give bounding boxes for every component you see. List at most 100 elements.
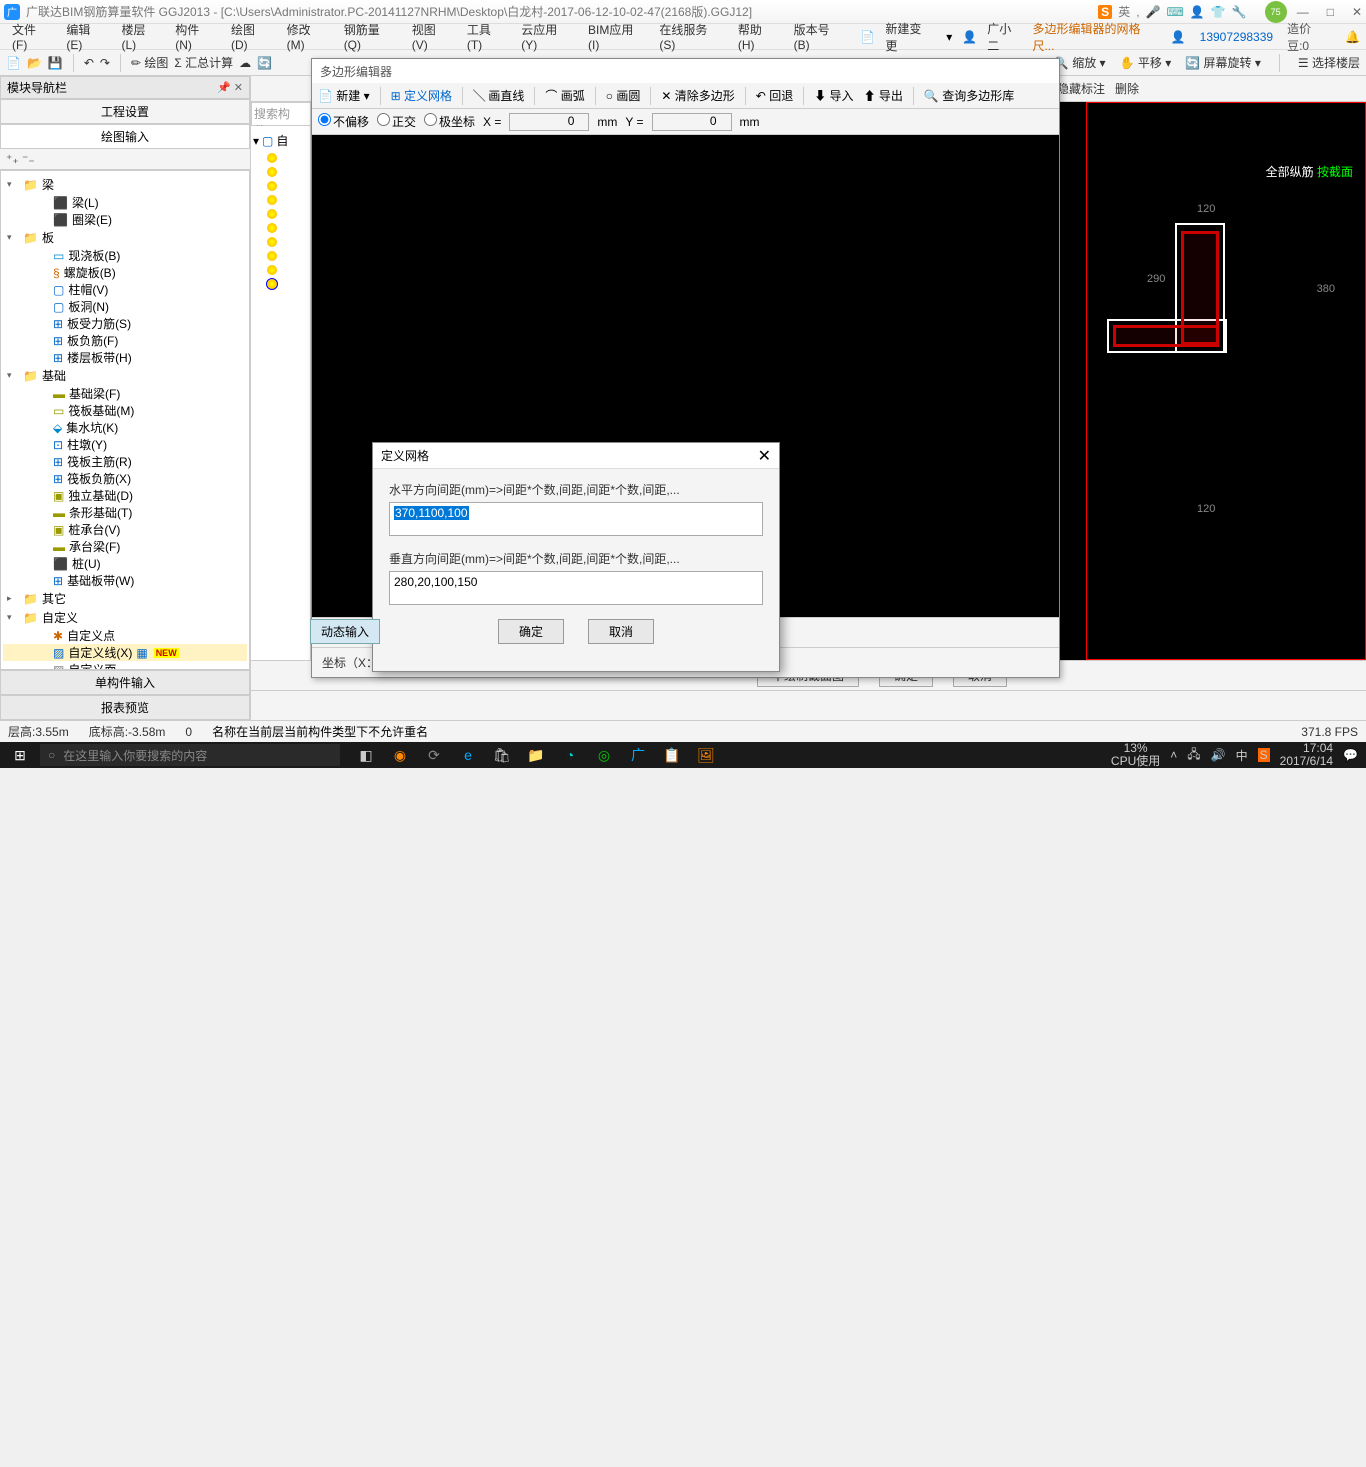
tab-draw-input[interactable]: 绘图输入 — [0, 124, 250, 148]
tray-s-icon[interactable]: S — [1258, 748, 1270, 762]
leaf-slab-2[interactable]: ▢柱帽(V) — [3, 281, 247, 298]
tray-up-icon[interactable]: ˄ — [1170, 748, 1177, 762]
user-label[interactable]: 广小二 — [981, 18, 1028, 56]
app-edge[interactable]: e — [454, 744, 482, 766]
account-number[interactable]: 13907298339 — [1200, 30, 1273, 44]
app-10[interactable]: 🖼 — [692, 744, 720, 766]
group-beam[interactable]: 梁 — [42, 176, 54, 193]
menu-view[interactable]: 视图(V) — [406, 19, 457, 54]
app-6[interactable]: ◔ — [556, 744, 584, 766]
select-floor-tool[interactable]: ☰ 选择楼层 — [1298, 54, 1360, 71]
opt-no-offset[interactable]: 不偏移 — [318, 113, 369, 130]
open-icon[interactable]: 📂 — [27, 56, 42, 70]
leaf-f-2[interactable]: ⬙集水坑(K) — [3, 419, 247, 436]
leaf-f-1[interactable]: ▭筏板基础(M) — [3, 402, 247, 419]
sum-tool[interactable]: Σ 汇总计算 — [174, 54, 233, 71]
menu-component[interactable]: 构件(N) — [169, 19, 221, 54]
start-button[interactable]: ⊞ — [0, 747, 40, 764]
leaf-f-10[interactable]: ⬛桩(U) — [3, 555, 247, 572]
leaf-f-5[interactable]: ⊞筏板负筋(X) — [3, 470, 247, 487]
poly-undo[interactable]: ↶ 回退 — [756, 87, 793, 104]
component-search[interactable]: 搜索构件... — [251, 102, 311, 126]
leaf-custom-area[interactable]: ▨自定义面 — [3, 661, 247, 670]
bell-icon[interactable]: 🔔 — [1345, 30, 1360, 44]
refresh-icon[interactable]: 🔄 — [257, 56, 272, 70]
menu-file[interactable]: 文件(F) — [6, 19, 56, 54]
app-explorer[interactable]: 📁 — [522, 744, 550, 766]
taskbar-search[interactable]: ○ 在这里输入你要搜索的内容 — [40, 744, 340, 766]
leaf-f-0[interactable]: ▬基础梁(F) — [3, 385, 247, 402]
poly-arc[interactable]: ⌒ 画弧 — [545, 87, 584, 104]
v-input[interactable]: 280,20,100,150 — [389, 571, 763, 605]
close-button[interactable]: ✕ — [1352, 5, 1362, 19]
zoom-tool[interactable]: 🔍 缩放 ▾ — [1054, 54, 1106, 71]
group-slab[interactable]: 板 — [42, 229, 54, 246]
menu-rebar[interactable]: 钢筋量(Q) — [338, 19, 402, 54]
menu-bim[interactable]: BIM应用(I) — [582, 19, 649, 54]
tab-single-component[interactable]: 单构件输入 — [0, 670, 250, 695]
dialog-cancel-button[interactable]: 取消 — [588, 619, 654, 644]
menu-edit[interactable]: 编辑(E) — [60, 19, 111, 54]
poly-line[interactable]: ╲ 画直线 — [473, 87, 524, 104]
ime-area[interactable]: S 英 ,🎤⌨👤👕🔧 — [1098, 3, 1247, 20]
app-9[interactable]: 📋 — [658, 744, 686, 766]
hide-annotation[interactable]: 隐藏标注 — [1057, 80, 1105, 97]
leaf-ring-beam[interactable]: ⬛圈梁(E) — [3, 211, 247, 228]
app-7[interactable]: ◎ — [590, 744, 618, 766]
poly-new[interactable]: 📄 新建 ▾ — [318, 87, 370, 104]
menu-version[interactable]: 版本号(B) — [788, 19, 851, 54]
opt-ortho[interactable]: 正交 — [377, 113, 416, 130]
leaf-slab-6[interactable]: ⊞楼层板带(H) — [3, 349, 247, 366]
minimize-button[interactable]: — — [1297, 5, 1309, 19]
leaf-slab-3[interactable]: ▢板洞(N) — [3, 298, 247, 315]
opt-polar[interactable]: 极坐标 — [424, 113, 475, 130]
leaf-f-7[interactable]: ▬条形基础(T) — [3, 504, 247, 521]
group-custom[interactable]: 自定义 — [42, 609, 78, 626]
poly-import[interactable]: ⬇ 导入 — [814, 87, 853, 104]
app-1[interactable]: ◧ — [352, 744, 380, 766]
dialog-ok-button[interactable]: 确定 — [498, 619, 564, 644]
tray-notif-icon[interactable]: 💬 — [1343, 748, 1358, 762]
y-input[interactable]: 0 — [652, 113, 732, 131]
tab-project-settings[interactable]: 工程设置 — [0, 99, 250, 123]
leaf-slab-5[interactable]: ⊞板负筋(F) — [3, 332, 247, 349]
leaf-custom-point[interactable]: ✱自定义点 — [3, 627, 247, 644]
poly-export[interactable]: ⬆ 导出 — [864, 87, 903, 104]
app-store[interactable]: 🛍 — [488, 744, 516, 766]
app-2[interactable]: ◉ — [386, 744, 414, 766]
pin-icon[interactable]: 📌 ✕ — [217, 81, 243, 94]
leaf-f-9[interactable]: ▬承台梁(F) — [3, 538, 247, 555]
leaf-f-11[interactable]: ⊞基础板带(W) — [3, 572, 247, 589]
leaf-f-4[interactable]: ⊞筏板主筋(R) — [3, 453, 247, 470]
ime-badge[interactable]: S — [1098, 5, 1112, 19]
menu-floor[interactable]: 楼层(L) — [115, 19, 165, 54]
component-tree[interactable]: ▾📁梁 ⬛梁(L) ⬛圈梁(E) ▾📁板 ▭现浇板(B) §螺旋板(B) ▢柱帽… — [0, 170, 250, 670]
new-icon[interactable]: 📄 — [6, 56, 21, 70]
tray-ime-icon[interactable]: 中 — [1236, 747, 1248, 764]
tray-net-icon[interactable]: 🖧 — [1187, 745, 1200, 766]
menu-help[interactable]: 帮助(H) — [732, 19, 784, 54]
poly-query[interactable]: 🔍 查询多边形库 — [924, 87, 1014, 104]
menu-online[interactable]: 在线服务(S) — [653, 19, 728, 54]
leaf-f-8[interactable]: ▣桩承台(V) — [3, 521, 247, 538]
dialog-close-icon[interactable]: ✕ — [758, 446, 771, 466]
leaf-slab-1[interactable]: §螺旋板(B) — [3, 264, 247, 281]
dynamic-input-btn[interactable]: 动态输入 — [310, 619, 380, 644]
menu-modify[interactable]: 修改(M) — [281, 19, 334, 54]
tab-report-preview[interactable]: 报表预览 — [0, 695, 250, 720]
leaf-f-6[interactable]: ▣独立基础(D) — [3, 487, 247, 504]
leaf-slab-4[interactable]: ⊞板受力筋(S) — [3, 315, 247, 332]
group-other[interactable]: 其它 — [42, 590, 66, 607]
app-glodon[interactable]: 广 — [624, 744, 652, 766]
poly-circle[interactable]: ○ 画圆 — [606, 87, 641, 104]
pan-tool[interactable]: ✋ 平移 ▾ — [1120, 54, 1172, 71]
component-list[interactable]: ▾▢自 — [251, 126, 311, 660]
h-input[interactable]: 370,1100,100 — [389, 502, 763, 536]
maximize-button[interactable]: □ — [1327, 5, 1334, 19]
leaf-custom-line[interactable]: ▨自定义线(X)▦NEW — [3, 644, 247, 661]
redo-icon[interactable]: ↷ — [100, 56, 110, 70]
tray-vol-icon[interactable]: 🔊 — [1211, 748, 1226, 762]
group-foundation[interactable]: 基础 — [42, 367, 66, 384]
menu-tool[interactable]: 工具(T) — [461, 19, 511, 54]
clock[interactable]: 17:04 2017/6/14 — [1280, 742, 1333, 768]
